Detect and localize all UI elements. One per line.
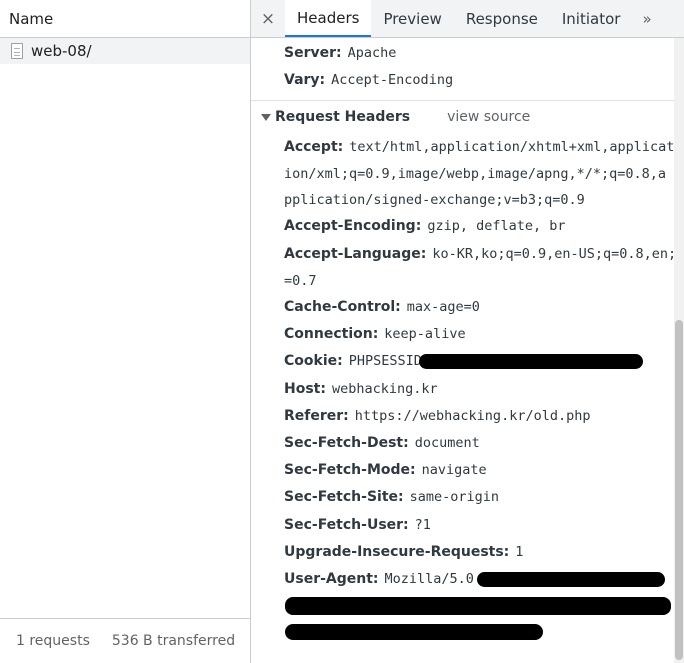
transferred-size: 536 B transferred <box>111 633 236 649</box>
header-key: Sec-Fetch-Site: <box>284 489 404 505</box>
request-header-row: Cache-Control: max-age=0 <box>284 299 480 315</box>
header-value: gzip, deflate, br <box>427 218 566 234</box>
more-tabs-chevron-icon[interactable]: » <box>632 0 658 37</box>
redaction-mark <box>285 624 543 640</box>
request-header-row: Sec-Fetch-Mode: navigate <box>284 462 487 478</box>
details-tabbar: × Headers Preview Response Initiator » <box>251 0 684 38</box>
response-header-row: Vary: Accept-Encoding <box>284 72 453 88</box>
header-value: https://webhacking.kr/old.php <box>354 408 591 424</box>
request-header-row: Sec-Fetch-Site: same-origin <box>284 489 499 505</box>
header-key: Referer: <box>284 408 349 424</box>
header-value: ?1 <box>414 517 431 533</box>
redaction-mark <box>285 597 671 615</box>
header-value: PHPSESSID= <box>348 353 430 369</box>
request-header-row: Connection: keep-alive <box>284 326 466 342</box>
header-value-continuation: ion/xml;q=0.9,image/webp,image/apng,*/*;… <box>284 166 667 182</box>
header-value: 1 <box>515 544 524 560</box>
header-key: Host: <box>284 381 326 397</box>
redaction-mark <box>477 572 665 587</box>
section-divider <box>251 100 674 101</box>
header-key: Connection: <box>284 326 379 342</box>
request-header-row: Referer: https://webhacking.kr/old.php <box>284 408 590 424</box>
header-value: Mozilla/5.0 <box>384 571 474 587</box>
headers-content: Server: Apache Vary: Accept-Encoding Reque… <box>251 38 684 663</box>
request-headers-section-toggle[interactable]: Request Headers view source <box>261 109 530 125</box>
header-key: Accept-Encoding: <box>284 218 422 234</box>
header-value: max-age=0 <box>406 299 480 315</box>
redaction-mark <box>419 354 643 369</box>
request-header-row: Sec-Fetch-User: ?1 <box>284 517 431 533</box>
header-key: Sec-Fetch-Mode: <box>284 462 416 478</box>
request-header-row: User-Agent: Mozilla/5.0 <box>284 571 474 587</box>
close-icon[interactable]: × <box>251 0 285 37</box>
header-value: Accept-Encoding <box>331 72 454 88</box>
view-source-link[interactable]: view source <box>447 109 530 125</box>
request-details-panel: × Headers Preview Response Initiator » S… <box>251 0 684 663</box>
request-row[interactable]: web-08/ <box>0 38 250 64</box>
network-status-bar: 1 requests 536 B transferred 2 <box>0 618 250 663</box>
header-value: text/html,application/xhtml+xml,applicat <box>349 139 675 155</box>
tab-initiator[interactable]: Initiator <box>550 0 633 37</box>
tab-headers[interactable]: Headers <box>285 0 372 37</box>
header-value-continuation: pplication/signed-exchange;v=b3;q=0.9 <box>284 192 585 208</box>
request-list-panel: Name web-08/ 1 requests 536 B transferre… <box>0 0 251 663</box>
header-key: Upgrade-Insecure-Requests: <box>284 544 510 560</box>
section-title: Request Headers <box>275 109 411 125</box>
header-key: Sec-Fetch-Dest: <box>284 435 409 451</box>
header-value: same-origin <box>409 489 500 505</box>
header-value: document <box>414 435 480 451</box>
header-key: Server: <box>284 45 342 61</box>
header-value: ko-KR,ko;q=0.9,en-US;q=0.8,en;q <box>432 246 684 262</box>
request-header-row: Accept-Language: ko-KR,ko;q=0.9,en-US;q=0… <box>284 246 684 262</box>
header-value-continuation: =0.7 <box>284 273 317 289</box>
request-name: web-08/ <box>31 42 92 60</box>
request-header-row: Cookie: PHPSESSID= <box>284 353 430 369</box>
request-header-row: Host: webhacking.kr <box>284 381 438 397</box>
name-column-label: Name <box>9 9 54 28</box>
header-value: Apache <box>347 45 397 61</box>
header-key: Accept: <box>284 139 344 155</box>
header-key: Sec-Fetch-User: <box>284 517 409 533</box>
header-value: keep-alive <box>384 326 466 342</box>
request-count: 1 requests <box>16 633 90 649</box>
request-header-row: Accept-Encoding: gzip, deflate, br <box>284 218 565 234</box>
request-header-row: Upgrade-Insecure-Requests: 1 <box>284 544 523 560</box>
header-value: navigate <box>421 462 487 478</box>
tab-response[interactable]: Response <box>454 0 550 37</box>
header-value: webhacking.kr <box>331 381 438 397</box>
header-key: Accept-Language: <box>284 246 427 262</box>
document-icon <box>11 43 23 59</box>
header-key: Cache-Control: <box>284 299 401 315</box>
response-header-row: Server: Apache <box>284 45 396 61</box>
header-key: User-Agent: <box>284 571 379 587</box>
scrollbar-thumb[interactable] <box>675 320 683 660</box>
header-key: Cookie: <box>284 353 343 369</box>
request-header-row: Sec-Fetch-Dest: document <box>284 435 480 451</box>
name-column-header[interactable]: Name <box>0 0 250 38</box>
expand-triangle-icon <box>261 113 271 121</box>
tab-preview[interactable]: Preview <box>371 0 453 37</box>
request-header-row: Accept: text/html,application/xhtml+xml,a… <box>284 139 674 155</box>
header-key: Vary: <box>284 72 326 88</box>
